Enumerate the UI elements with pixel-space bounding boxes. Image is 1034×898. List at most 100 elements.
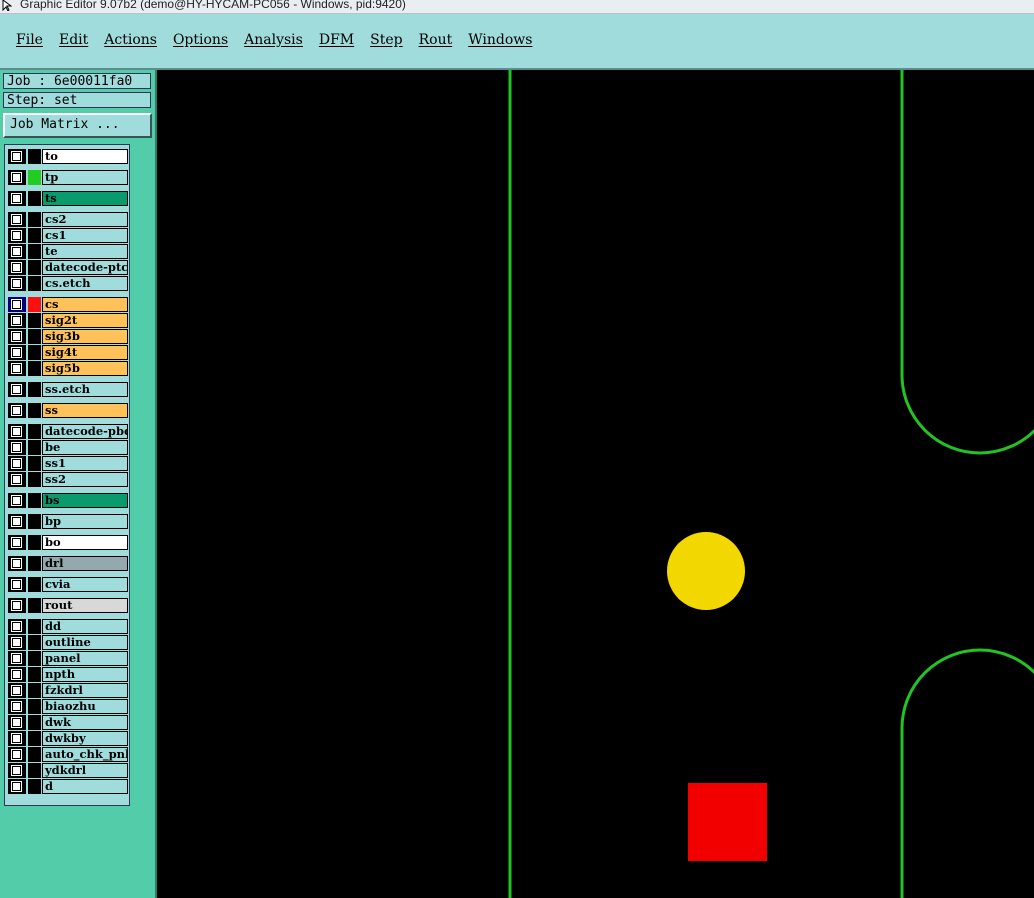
layer-color-swatch[interactable] bbox=[28, 514, 41, 529]
layer-checkbox[interactable] bbox=[8, 276, 26, 291]
layer-color-swatch[interactable] bbox=[28, 228, 41, 243]
layer-name[interactable]: cs1 bbox=[42, 228, 128, 243]
layer-name[interactable]: tp bbox=[42, 170, 128, 185]
layer-name[interactable]: ts bbox=[42, 191, 128, 206]
layer-checkbox[interactable] bbox=[8, 493, 26, 508]
layer-name[interactable]: bs bbox=[42, 493, 128, 508]
layer-color-swatch[interactable] bbox=[28, 472, 41, 487]
layer-row-datecode-ptc[interactable]: datecode-ptc bbox=[8, 260, 128, 275]
layer-color-swatch[interactable] bbox=[28, 297, 41, 312]
layer-name[interactable]: te bbox=[42, 244, 128, 259]
layer-color-swatch[interactable] bbox=[28, 403, 41, 418]
layer-checkbox[interactable] bbox=[8, 619, 26, 634]
layer-row-cs.etch[interactable]: cs.etch bbox=[8, 276, 128, 291]
layer-name[interactable]: dwkby bbox=[42, 731, 128, 746]
layer-color-swatch[interactable] bbox=[28, 191, 41, 206]
layer-row-dwkby[interactable]: dwkby bbox=[8, 731, 128, 746]
layer-checkbox[interactable] bbox=[8, 699, 26, 714]
layer-color-swatch[interactable] bbox=[28, 598, 41, 613]
layer-checkbox[interactable] bbox=[8, 297, 26, 312]
layer-name[interactable]: fzkdrl bbox=[42, 683, 128, 698]
layer-name[interactable]: dwk bbox=[42, 715, 128, 730]
menu-file[interactable]: File bbox=[16, 32, 43, 48]
layer-color-swatch[interactable] bbox=[28, 149, 41, 164]
layer-checkbox[interactable] bbox=[8, 440, 26, 455]
layer-color-swatch[interactable] bbox=[28, 244, 41, 259]
layer-checkbox[interactable] bbox=[8, 424, 26, 439]
layer-checkbox[interactable] bbox=[8, 456, 26, 471]
menu-dfm[interactable]: DFM bbox=[319, 32, 354, 48]
layer-checkbox[interactable] bbox=[8, 651, 26, 666]
layer-row-d[interactable]: d bbox=[8, 779, 128, 794]
layer-name[interactable]: ss2 bbox=[42, 472, 128, 487]
layer-checkbox[interactable] bbox=[8, 556, 26, 571]
layer-color-swatch[interactable] bbox=[28, 456, 41, 471]
layer-row-biaozhu[interactable]: biaozhu bbox=[8, 699, 128, 714]
layer-color-swatch[interactable] bbox=[28, 577, 41, 592]
layer-row-rout[interactable]: rout bbox=[8, 598, 128, 613]
layer-checkbox[interactable] bbox=[8, 514, 26, 529]
layer-name[interactable]: dd bbox=[42, 619, 128, 634]
layer-name[interactable]: outline bbox=[42, 635, 128, 650]
layer-color-swatch[interactable] bbox=[28, 440, 41, 455]
layer-name[interactable]: sig5b bbox=[42, 361, 128, 376]
layer-row-te[interactable]: te bbox=[8, 244, 128, 259]
layer-checkbox[interactable] bbox=[8, 313, 26, 328]
layer-color-swatch[interactable] bbox=[28, 382, 41, 397]
layer-row-cvia[interactable]: cvia bbox=[8, 577, 128, 592]
layer-row-bp[interactable]: bp bbox=[8, 514, 128, 529]
layer-color-swatch[interactable] bbox=[28, 170, 41, 185]
layer-name[interactable]: npth bbox=[42, 667, 128, 682]
layer-row-cs[interactable]: cs bbox=[8, 297, 128, 312]
layer-checkbox[interactable] bbox=[8, 382, 26, 397]
layer-checkbox[interactable] bbox=[8, 763, 26, 778]
layer-checkbox[interactable] bbox=[8, 361, 26, 376]
layer-name[interactable]: datecode-ptc bbox=[42, 260, 128, 275]
layer-checkbox[interactable] bbox=[8, 170, 26, 185]
layer-row-ss2[interactable]: ss2 bbox=[8, 472, 128, 487]
layer-color-swatch[interactable] bbox=[28, 715, 41, 730]
layer-color-swatch[interactable] bbox=[28, 635, 41, 650]
layer-name[interactable]: to bbox=[42, 149, 128, 164]
layer-row-ss1[interactable]: ss1 bbox=[8, 456, 128, 471]
layer-checkbox[interactable] bbox=[8, 667, 26, 682]
layer-color-swatch[interactable] bbox=[28, 651, 41, 666]
layer-color-swatch[interactable] bbox=[28, 763, 41, 778]
layer-name[interactable]: be bbox=[42, 440, 128, 455]
layer-row-sig2t[interactable]: sig2t bbox=[8, 313, 128, 328]
layer-checkbox[interactable] bbox=[8, 598, 26, 613]
menu-actions[interactable]: Actions bbox=[104, 32, 157, 48]
layer-color-swatch[interactable] bbox=[28, 667, 41, 682]
layer-checkbox[interactable] bbox=[8, 683, 26, 698]
layer-row-tp[interactable]: tp bbox=[8, 170, 128, 185]
layer-color-swatch[interactable] bbox=[28, 345, 41, 360]
layer-checkbox[interactable] bbox=[8, 747, 26, 762]
layer-name[interactable]: ydkdrl bbox=[42, 763, 128, 778]
layer-name[interactable]: drl bbox=[42, 556, 128, 571]
layer-color-swatch[interactable] bbox=[28, 535, 41, 550]
layer-checkbox[interactable] bbox=[8, 244, 26, 259]
layer-name[interactable]: sig3b bbox=[42, 329, 128, 344]
layer-row-sig3b[interactable]: sig3b bbox=[8, 329, 128, 344]
layer-checkbox[interactable] bbox=[8, 260, 26, 275]
layer-row-datecode-pbc[interactable]: datecode-pbc bbox=[8, 424, 128, 439]
layer-name[interactable]: bo bbox=[42, 535, 128, 550]
layer-name[interactable]: bp bbox=[42, 514, 128, 529]
layer-name[interactable]: ss bbox=[42, 403, 128, 418]
layer-color-swatch[interactable] bbox=[28, 361, 41, 376]
menu-analysis[interactable]: Analysis bbox=[244, 32, 303, 48]
layer-color-swatch[interactable] bbox=[28, 619, 41, 634]
layer-color-swatch[interactable] bbox=[28, 779, 41, 794]
layer-name[interactable]: cs.etch bbox=[42, 276, 128, 291]
layer-row-to[interactable]: to bbox=[8, 149, 128, 164]
layer-row-auto_chk_pnl[interactable]: auto_chk_pnl bbox=[8, 747, 128, 762]
layer-checkbox[interactable] bbox=[8, 577, 26, 592]
layer-color-swatch[interactable] bbox=[28, 329, 41, 344]
layer-name[interactable]: cvia bbox=[42, 577, 128, 592]
layer-name[interactable]: ss1 bbox=[42, 456, 128, 471]
layer-color-swatch[interactable] bbox=[28, 212, 41, 227]
layer-checkbox[interactable] bbox=[8, 149, 26, 164]
layer-row-sig4t[interactable]: sig4t bbox=[8, 345, 128, 360]
menu-step[interactable]: Step bbox=[370, 32, 402, 48]
layer-row-drl[interactable]: drl bbox=[8, 556, 128, 571]
